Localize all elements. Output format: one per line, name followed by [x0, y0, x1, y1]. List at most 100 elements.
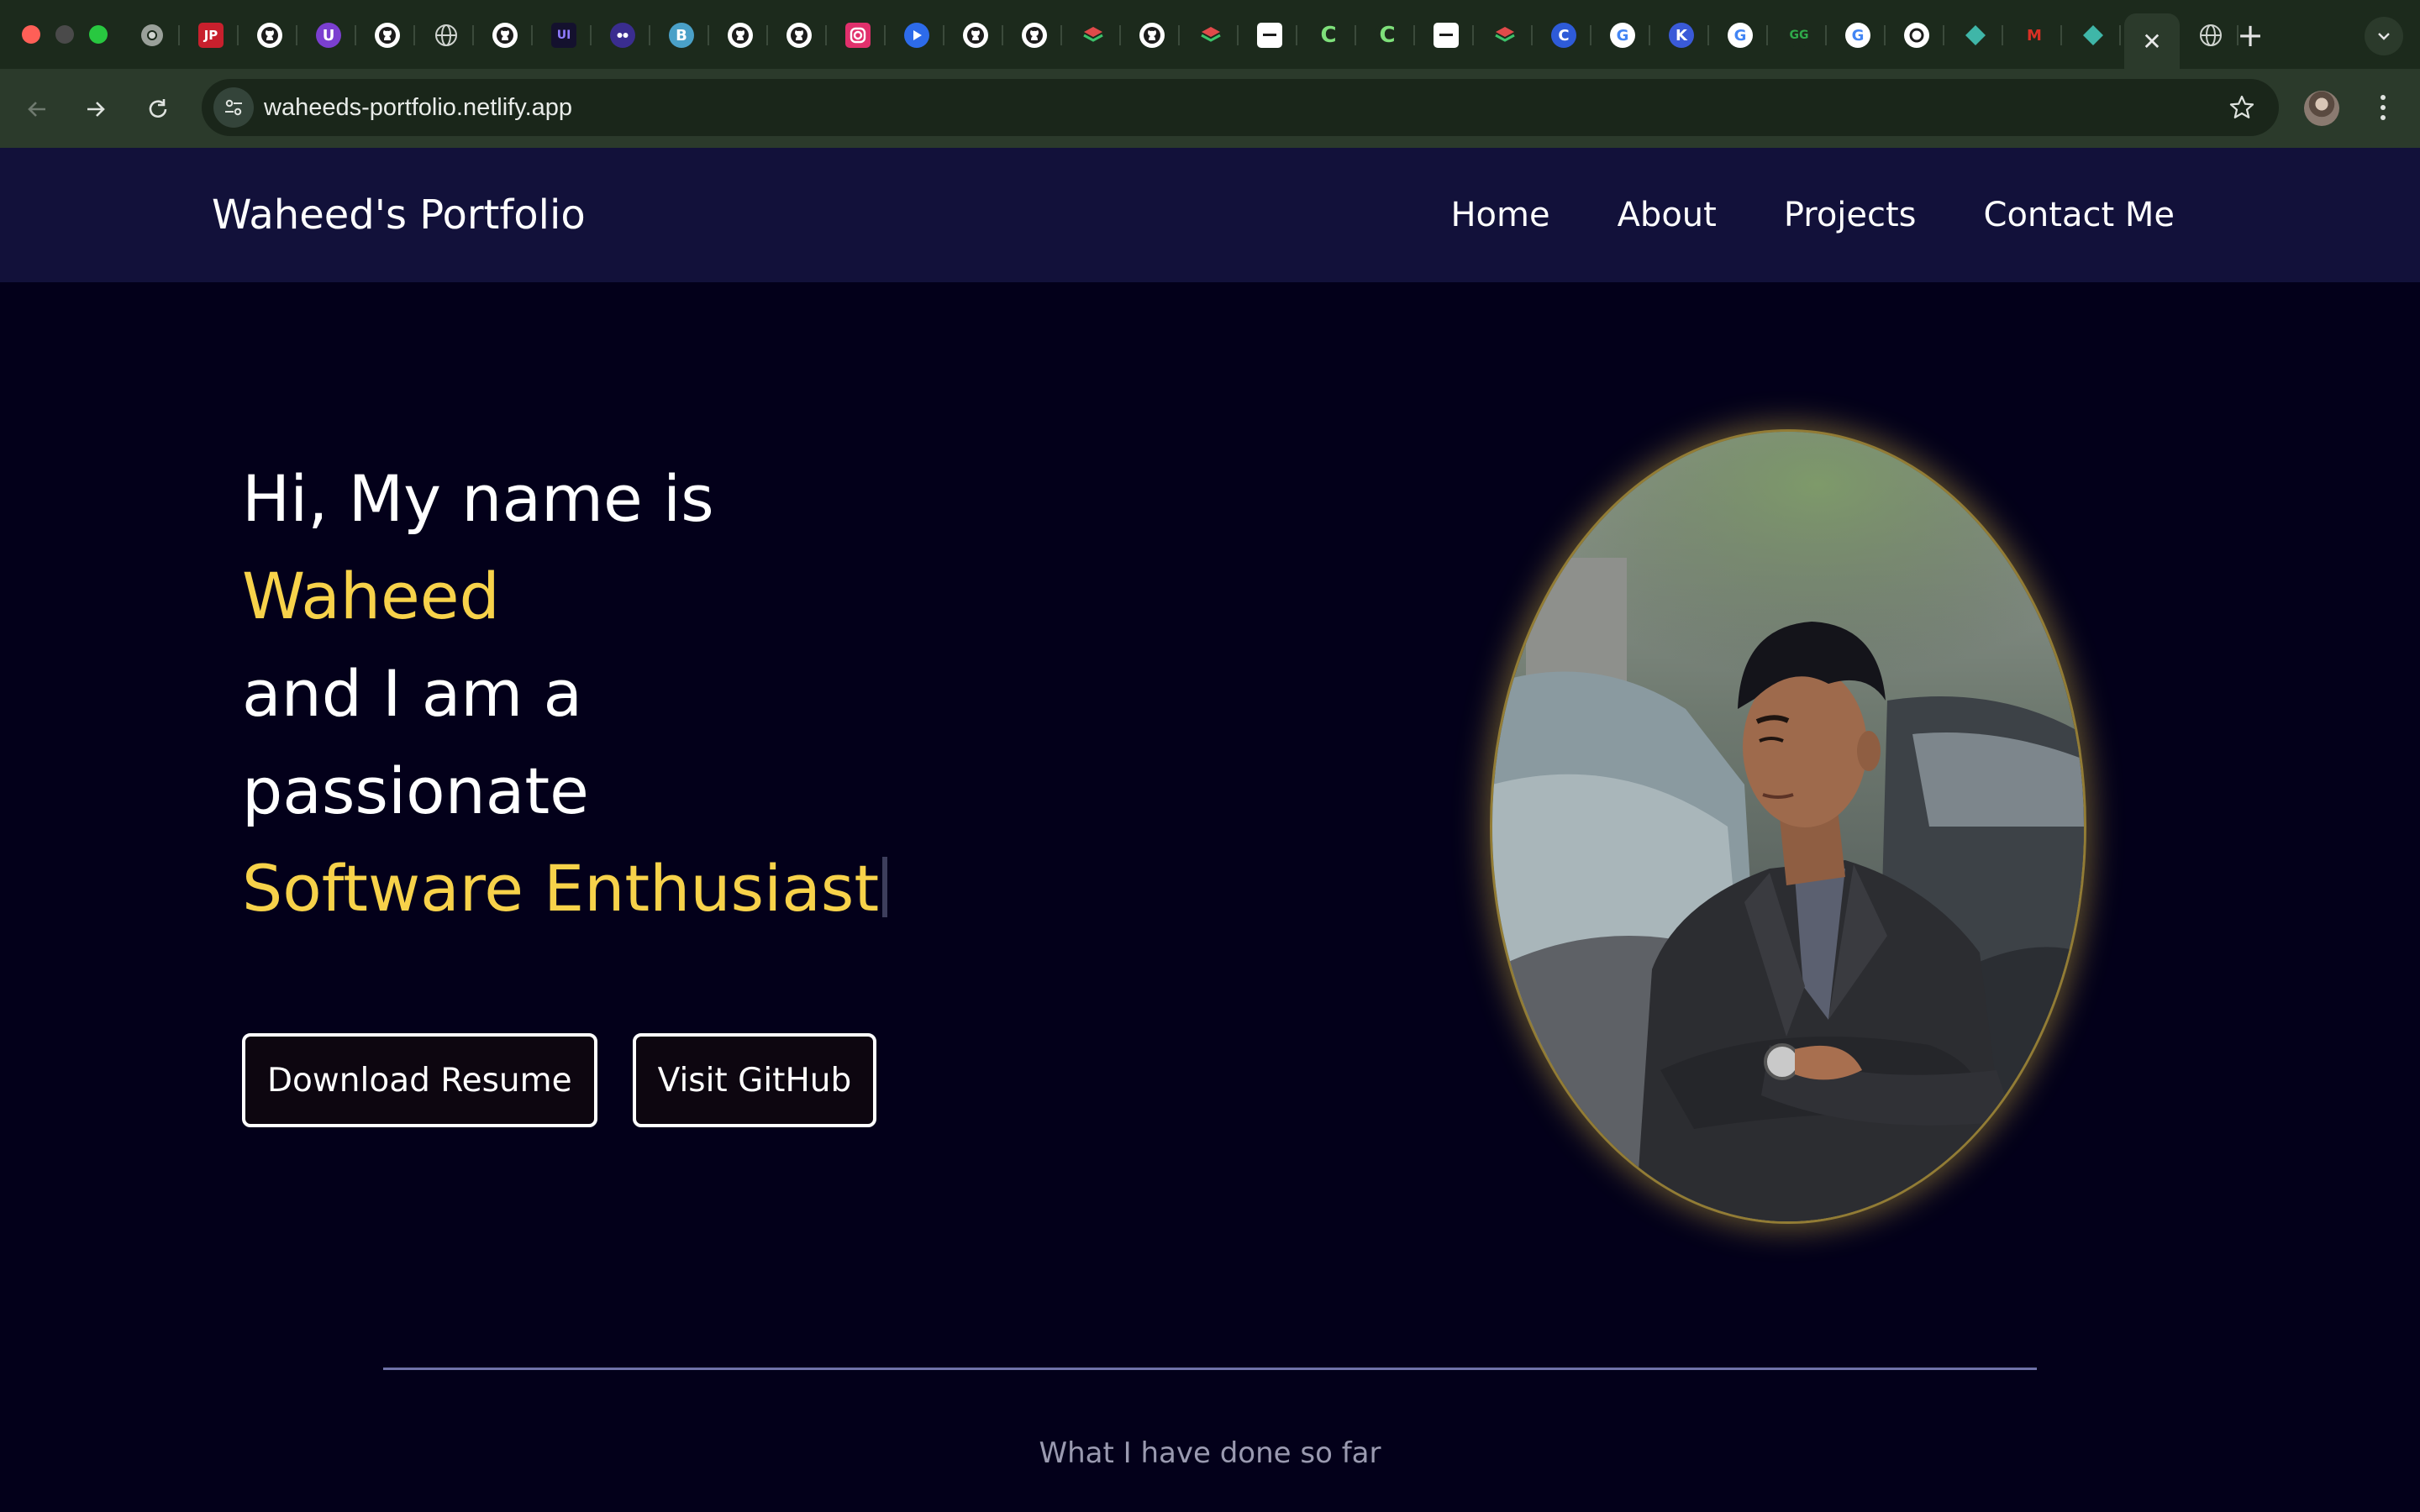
browser-tab[interactable] — [595, 13, 650, 57]
browser-tab[interactable] — [1889, 13, 1944, 57]
browser-tab[interactable]: U — [301, 13, 356, 57]
visit-github-button[interactable]: Visit GitHub — [632, 1033, 877, 1127]
forward-button[interactable] — [76, 89, 116, 129]
browser-tab[interactable] — [418, 13, 474, 57]
play-icon — [904, 23, 929, 48]
layers-icon — [1198, 23, 1223, 48]
browser-tab[interactable] — [1242, 13, 1297, 57]
hero-line-3: and I am a — [242, 656, 583, 731]
tab-separator — [2002, 25, 2003, 45]
openai-icon — [1904, 23, 1929, 48]
address-bar[interactable]: waheeds-portfolio.netlify.app — [202, 79, 2279, 136]
tab-search-button[interactable] — [2365, 17, 2403, 55]
tab-separator — [1531, 25, 1533, 45]
tab-separator — [590, 25, 592, 45]
profile-avatar[interactable] — [2304, 91, 2339, 126]
browser-tab[interactable] — [1065, 13, 1121, 57]
section-subtitle: What I have done so far — [1039, 1436, 1381, 1470]
window-close-button[interactable] — [22, 25, 40, 44]
browser-tab[interactable]: B — [654, 13, 709, 57]
tab-separator — [1472, 25, 1474, 45]
tab-separator — [825, 25, 827, 45]
browser-tab[interactable] — [771, 13, 827, 57]
chevron-down-icon — [2378, 33, 2390, 40]
google-icon: G — [1610, 23, 1635, 48]
hero-intro: Hi, My name is Waheed and I am a passion… — [242, 450, 998, 937]
browser-tab[interactable] — [830, 13, 886, 57]
github-icon — [728, 23, 753, 48]
browser-tab[interactable] — [1477, 13, 1533, 57]
browser-tab[interactable] — [360, 13, 415, 57]
nav-link-contact[interactable]: Contact Me — [1984, 196, 2175, 234]
browser-tab[interactable] — [889, 13, 944, 57]
chrome-icon — [139, 23, 165, 48]
github-icon — [786, 23, 812, 48]
tab-separator — [1884, 25, 1886, 45]
browser-tab[interactable]: C — [1536, 13, 1591, 57]
tab-separator — [237, 25, 239, 45]
hero-actions: Download Resume Visit GitHub — [242, 1033, 877, 1127]
browser-tab[interactable] — [1948, 13, 2003, 57]
bookmark-button[interactable] — [2225, 91, 2259, 124]
browser-tab[interactable] — [2065, 13, 2121, 57]
globe-icon — [434, 23, 459, 48]
nav-link-home[interactable]: Home — [1450, 196, 1549, 234]
tab-separator — [1707, 25, 1709, 45]
site-info-button[interactable] — [213, 87, 254, 128]
github-icon — [257, 23, 282, 48]
tab-separator — [1649, 25, 1650, 45]
browser-tab[interactable]: JP — [183, 13, 239, 57]
site-brand[interactable]: Waheed's Portfolio — [212, 148, 586, 282]
browser-tab[interactable] — [713, 13, 768, 57]
browser-tab[interactable] — [242, 13, 297, 57]
browser-tab[interactable]: C — [1301, 13, 1356, 57]
diamond-icon — [1963, 23, 1988, 48]
close-icon[interactable]: ✕ — [2142, 28, 2161, 55]
browser-tab[interactable] — [1183, 13, 1239, 57]
back-button[interactable] — [17, 89, 57, 129]
tab-separator — [943, 25, 944, 45]
browser-tab[interactable] — [948, 13, 1003, 57]
browser-tab[interactable]: K — [1654, 13, 1709, 57]
browser-tab-active[interactable]: ✕ — [2124, 13, 2180, 69]
google-icon: G — [1728, 23, 1753, 48]
browser-tab[interactable]: UI — [536, 13, 592, 57]
gmail-icon: M — [2027, 26, 2042, 45]
tab-separator — [296, 25, 297, 45]
browser-tab[interactable] — [477, 13, 533, 57]
globe-icon — [2198, 23, 2223, 48]
tab-separator — [649, 25, 650, 45]
hero-role: Software Enthusiast — [242, 851, 880, 926]
browser-menu-button[interactable] — [2366, 87, 2400, 128]
browser-tab[interactable]: G — [1712, 13, 1768, 57]
tab-separator — [2060, 25, 2062, 45]
download-resume-button[interactable]: Download Resume — [242, 1033, 597, 1127]
diamond-icon — [2081, 23, 2106, 48]
window-minimize-button[interactable] — [55, 25, 74, 44]
instagram-icon — [845, 23, 871, 48]
u-icon: U — [316, 23, 341, 48]
browser-tab[interactable] — [1007, 13, 1062, 57]
browser-tab[interactable]: GG — [1771, 13, 1827, 57]
browser-tab[interactable] — [124, 13, 180, 57]
hero-role-line: Software Enthusiast — [242, 840, 998, 937]
browser-tab[interactable] — [1124, 13, 1180, 57]
arrow-left-icon — [28, 102, 45, 117]
browser-tab[interactable] — [1418, 13, 1474, 57]
tab-separator — [1943, 25, 1944, 45]
github-icon — [492, 23, 518, 48]
k-icon: K — [1669, 23, 1694, 48]
browser-tab[interactable]: M — [2007, 13, 2062, 57]
url-text[interactable]: waheeds-portfolio.netlify.app — [264, 79, 572, 136]
browser-tab[interactable]: G — [1830, 13, 1886, 57]
reload-button[interactable] — [138, 89, 178, 129]
window-maximize-button[interactable] — [89, 25, 108, 44]
profile-photo — [1492, 432, 2084, 1221]
nav-link-projects[interactable]: Projects — [1784, 196, 1917, 234]
browser-tab[interactable]: G — [1595, 13, 1650, 57]
nav-link-about[interactable]: About — [1618, 196, 1717, 234]
tab-separator — [1296, 25, 1297, 45]
new-tab-button[interactable]: + — [2228, 13, 2272, 57]
browser-tab[interactable]: C — [1360, 13, 1415, 57]
hero-name: Waheed — [242, 559, 500, 633]
